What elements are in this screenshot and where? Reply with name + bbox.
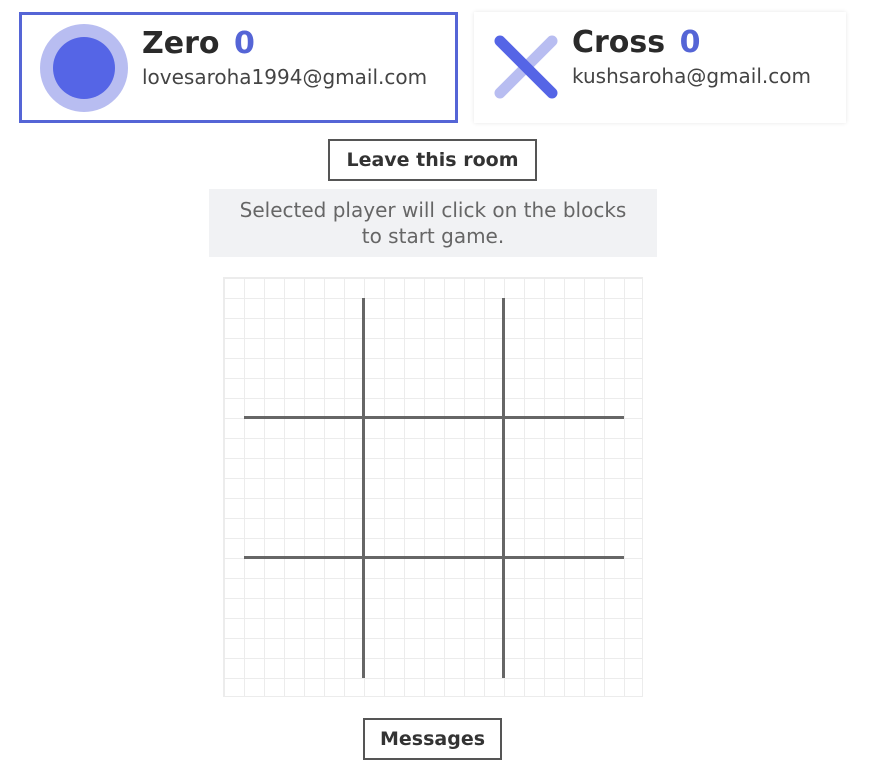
player-name-row: Cross 0 (572, 26, 811, 60)
player-score: 0 (679, 25, 701, 60)
board-grid (244, 298, 624, 678)
board-divider-horizontal-2 (244, 556, 624, 559)
player-name: Zero (142, 26, 220, 61)
board-cell-9[interactable] (497, 551, 624, 678)
player-card-cross: Cross 0 kushsaroha@gmail.com (474, 12, 846, 123)
board-cell-1[interactable] (244, 298, 371, 425)
board-cell-6[interactable] (497, 425, 624, 552)
player-info-cross: Cross 0 kushsaroha@gmail.com (572, 26, 811, 89)
board-cell-2[interactable] (371, 298, 498, 425)
board-cell-8[interactable] (371, 551, 498, 678)
circle-icon (40, 24, 128, 112)
board-cell-4[interactable] (244, 425, 371, 552)
board-divider-vertical-1 (362, 298, 365, 678)
player-card-zero: Zero 0 lovesaroha1994@gmail.com (19, 12, 458, 123)
board-divider-horizontal-1 (244, 416, 624, 419)
board-cell-7[interactable] (244, 551, 371, 678)
board-cell-3[interactable] (497, 298, 624, 425)
board-divider-vertical-2 (502, 298, 505, 678)
player-name: Cross (572, 25, 666, 60)
player-email: lovesaroha1994@gmail.com (142, 65, 428, 89)
player-email: kushsaroha@gmail.com (572, 64, 811, 88)
game-board (223, 277, 643, 697)
messages-button[interactable]: Messages (363, 718, 502, 760)
player-score: 0 (233, 26, 255, 61)
player-name-row: Zero 0 (142, 27, 427, 61)
board-cell-5[interactable] (371, 425, 498, 552)
status-message: Selected player will click on the blocks… (209, 189, 657, 257)
player-info-zero: Zero 0 lovesaroha1994@gmail.com (142, 27, 428, 90)
cross-icon (494, 35, 558, 99)
leave-room-button[interactable]: Leave this room (328, 139, 537, 181)
